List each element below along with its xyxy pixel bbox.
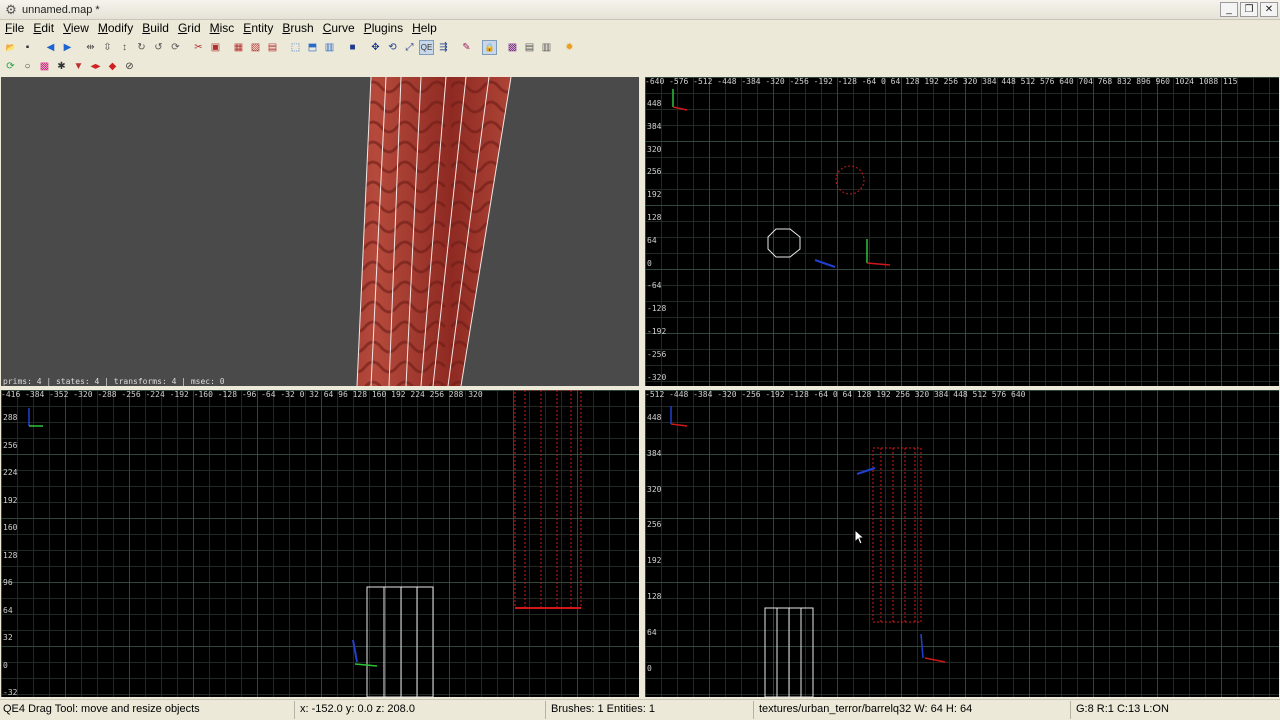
top-viewport[interactable]: -640 -576 -512 -448 -384 -320 -256 -192 … (645, 77, 1279, 386)
window-title: unnamed.map * (22, 3, 100, 16)
menu-modify[interactable]: Modify (95, 20, 136, 37)
barrel-outline-white (767, 228, 801, 258)
open-icon[interactable]: 📂 (3, 40, 18, 55)
paint-icon[interactable]: ✎ (459, 40, 474, 55)
barrel-outline-red (835, 165, 865, 195)
camera-marker (814, 239, 891, 268)
app-gear-icon: ⚙ (5, 1, 17, 17)
menu-plugins[interactable]: Plugins (361, 20, 406, 37)
flip-z-icon[interactable]: ↕ (117, 40, 132, 55)
redo-icon[interactable]: ▶ (60, 40, 75, 55)
menu-edit[interactable]: Edit (30, 20, 57, 37)
origin-axes (672, 89, 688, 111)
status-texture: textures/urban_terror/barrelq32 W: 64 H:… (759, 703, 973, 715)
close-button[interactable]: ✕ (1260, 2, 1278, 17)
side-viewport[interactable]: -416 -384 -352 -320 -288 -256 -224 -192 … (1, 390, 639, 697)
view-change-icon[interactable]: ⬚ (288, 40, 303, 55)
translate-tool-icon[interactable]: ⇶ (436, 40, 451, 55)
rotate-x-icon[interactable]: ↻ (134, 40, 149, 55)
mirror-x-icon[interactable]: ◂▸ (88, 59, 103, 74)
menu-misc[interactable]: Misc (207, 20, 238, 37)
rotate-y-icon[interactable]: ↺ (151, 40, 166, 55)
mirror-y-icon[interactable]: ◆ (105, 59, 120, 74)
menu-brush[interactable]: Brush (279, 20, 316, 37)
select-touching-icon[interactable]: ▧ (248, 40, 263, 55)
restore-button[interactable]: ❐ (1240, 2, 1258, 17)
render-stats: prims: 4 | states: 4 | transforms: 4 | m… (3, 377, 225, 386)
selected-brush-red (514, 390, 582, 609)
front-viewport[interactable]: -512 -448 -384 -320 -256 -192 -128 -64 0… (645, 390, 1279, 697)
camera-viewport[interactable]: prims: 4 | states: 4 | transforms: 4 | m… (1, 77, 639, 386)
patch-mode-icon[interactable]: ▩ (37, 59, 52, 74)
scale-tool-icon[interactable]: ⤢ (402, 40, 417, 55)
status-grid: G:8 R:1 C:13 L:ON (1076, 703, 1169, 715)
status-counts: Brushes: 1 Entities: 1 (551, 703, 655, 715)
qe-drag-icon[interactable]: QE (419, 40, 434, 55)
rotate-z-icon[interactable]: ⟳ (168, 40, 183, 55)
menu-grid[interactable]: Grid (175, 20, 204, 37)
top-scene (672, 89, 891, 268)
refresh-icon[interactable]: ⟳ (3, 59, 18, 74)
main-toolbar: 📂 ▪ ◀ ▶ ⇹ ⇳ ↕ ↻ ↺ ⟳ ✂ ▣ ▦ ▧ ▤ ⬚ ⬒ ▥ ■ ✥ ⟲ ⤢ QE ⇶ ✎ 🔒 ▩ ▤ ▥ ✹ (0, 38, 1280, 57)
undo-icon[interactable]: ◀ (43, 40, 58, 55)
menu-help[interactable]: Help (409, 20, 440, 37)
entity-icon[interactable]: ✱ (54, 59, 69, 74)
down-icon[interactable]: ▼ (71, 59, 86, 74)
camera-scene (356, 77, 512, 386)
flip-x-icon[interactable]: ⇹ (83, 40, 98, 55)
title-bar: ⚙ unnamed.map * _ ❐ ✕ (0, 0, 1280, 20)
entity-list-icon[interactable]: ▥ (539, 40, 554, 55)
sphere-icon[interactable]: ○ (20, 59, 35, 74)
selected-brush-red (872, 447, 922, 623)
lock-icon[interactable]: 🔒 (482, 40, 497, 55)
vertical-splitter[interactable] (639, 77, 645, 697)
flip-y-icon[interactable]: ⇳ (100, 40, 115, 55)
csg-subtract-icon[interactable]: ▣ (208, 40, 223, 55)
status-tool: QE4 Drag Tool: move and resize objects (3, 703, 200, 715)
origin-axes (670, 406, 688, 427)
origin-axes (28, 408, 43, 427)
select-inside-icon[interactable]: ▤ (265, 40, 280, 55)
barrel-white-outline (366, 586, 434, 697)
side-scene (28, 390, 582, 697)
rotate-tool-icon[interactable]: ⟲ (385, 40, 400, 55)
menu-curve[interactable]: Curve (320, 20, 358, 37)
mouse-cursor (854, 529, 866, 545)
camera-marker (856, 467, 946, 663)
view-cube-icon[interactable]: ▥ (322, 40, 337, 55)
select-complete-icon[interactable]: ▦ (231, 40, 246, 55)
patch-icon[interactable]: ▤ (522, 40, 537, 55)
minimize-button[interactable]: _ (1220, 2, 1238, 17)
save-icon[interactable]: ▪ (20, 40, 35, 55)
no-entry-icon[interactable]: ⊘ (122, 59, 137, 74)
menu-view[interactable]: View (60, 20, 92, 37)
menu-file[interactable]: File (2, 20, 27, 37)
camera-icon[interactable]: ■ (345, 40, 360, 55)
status-coords: x: -152.0 y: 0.0 z: 208.0 (300, 703, 415, 715)
menu-build[interactable]: Build (139, 20, 172, 37)
secondary-toolbar: ⟳ ○ ▩ ✱ ▼ ◂▸ ◆ ⊘ (0, 57, 1280, 76)
clipper-icon[interactable]: ✂ (191, 40, 206, 55)
front-scene (670, 406, 946, 697)
drag-tool-icon[interactable]: ✥ (368, 40, 383, 55)
camera-marker (352, 639, 378, 667)
menu-entity[interactable]: Entity (240, 20, 276, 37)
menu-bar: File Edit View Modify Build Grid Misc En… (0, 20, 1280, 37)
texture-icon[interactable]: ▩ (505, 40, 520, 55)
status-bar: QE4 Drag Tool: move and resize objects x… (0, 699, 1280, 720)
view-xy-icon[interactable]: ⬒ (305, 40, 320, 55)
light-icon[interactable]: ✹ (562, 40, 577, 55)
